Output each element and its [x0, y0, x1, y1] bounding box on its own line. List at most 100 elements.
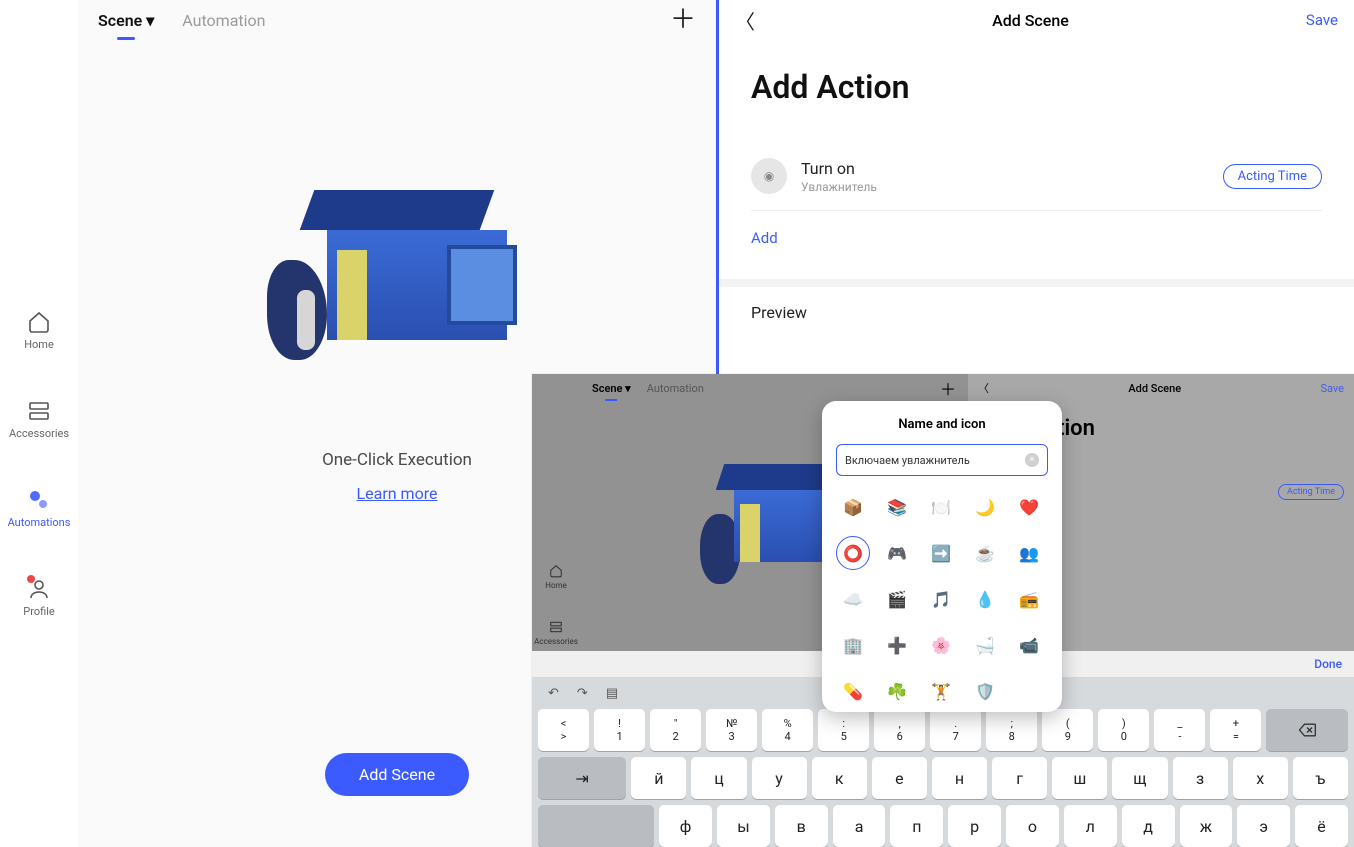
key[interactable]: !1 [594, 709, 645, 751]
backspace-key[interactable] [1266, 709, 1348, 751]
scene-icon-option[interactable]: 🎮 [880, 536, 914, 570]
key[interactable]: у [752, 757, 807, 799]
key[interactable]: к [812, 757, 867, 799]
scene-icon-option[interactable]: ➡️ [924, 536, 958, 570]
key[interactable]: += [1210, 709, 1261, 751]
scene-icon-option[interactable]: ☘️ [880, 674, 914, 708]
tab-key[interactable]: ⇥ [538, 757, 626, 799]
sidebar-home[interactable]: Home [24, 310, 54, 351]
key[interactable]: (9 [1042, 709, 1093, 751]
save-button[interactable]: Save [1306, 11, 1338, 29]
scene-icon-option[interactable]: 📹 [1012, 628, 1046, 662]
nested-add-button[interactable]: ＋ [940, 376, 956, 400]
scene-icon-option[interactable]: 🍽️ [924, 490, 958, 524]
key[interactable]: щ [1112, 757, 1167, 799]
key[interactable]: ш [1052, 757, 1107, 799]
home-icon [549, 564, 563, 578]
scene-icon-option[interactable]: ☕ [968, 536, 1002, 570]
key[interactable]: г [992, 757, 1047, 799]
action-row[interactable]: ◉ Turn on Увлажнитель Acting Time [751, 158, 1322, 211]
nested-sidebar-home[interactable]: Home [545, 564, 567, 590]
nested-back-button[interactable]: 〈 [978, 380, 989, 396]
learn-more-link[interactable]: Learn more [357, 484, 438, 503]
nested-sidebar-accessories[interactable]: Accessories [534, 620, 578, 646]
key[interactable]: №3 [706, 709, 757, 751]
key[interactable]: _- [1154, 709, 1205, 751]
nested-tab-automation[interactable]: Automation [647, 382, 704, 395]
tab-automation[interactable]: Automation [182, 11, 265, 30]
key[interactable]: д [1122, 805, 1175, 847]
key[interactable]: .7 [930, 709, 981, 751]
scene-icon-option[interactable]: 🛁 [968, 628, 1002, 662]
scene-icon-option[interactable]: ☁️ [836, 582, 870, 616]
tab-scene[interactable]: Scene ▾ [98, 11, 154, 30]
scene-icon-option[interactable]: 📦 [836, 490, 870, 524]
undo-button[interactable]: ↶ [548, 686, 559, 701]
scene-icon-option[interactable]: 🌸 [924, 628, 958, 662]
key[interactable]: х [1233, 757, 1288, 799]
redo-button[interactable]: ↷ [577, 686, 588, 701]
key[interactable]: <> [538, 709, 589, 751]
key[interactable]: э [1237, 805, 1290, 847]
key[interactable]: й [631, 757, 686, 799]
scene-icon-option[interactable]: 🏢 [836, 628, 870, 662]
key[interactable]: ,6 [874, 709, 925, 751]
clipboard-button[interactable]: ▤ [606, 686, 618, 701]
sidebar-accessories[interactable]: Accessories [9, 399, 69, 440]
key[interactable]: ъ [1293, 757, 1348, 799]
key[interactable]: п [890, 805, 943, 847]
key[interactable]: "2 [650, 709, 701, 751]
scene-icon-option[interactable]: ➕ [880, 628, 914, 662]
modal-title: Name and icon [836, 417, 1048, 432]
key[interactable]: )0 [1098, 709, 1149, 751]
key[interactable]: ё [1295, 805, 1348, 847]
panel-title: Add Scene [755, 11, 1306, 30]
clear-input-button[interactable]: × [1025, 453, 1039, 467]
key[interactable]: в [775, 805, 828, 847]
done-button[interactable]: Done [1314, 657, 1342, 671]
scene-icon-option[interactable]: ❤️ [1012, 490, 1046, 524]
sidebar-automations[interactable]: Automations [8, 488, 71, 529]
sidebar-profile[interactable]: Profile [23, 577, 54, 618]
nested-acting-time-button[interactable]: Acting Time [1278, 484, 1344, 500]
key[interactable]: е [872, 757, 927, 799]
scene-icon-option[interactable]: 🎬 [880, 582, 914, 616]
scene-icon-option[interactable]: 🎵 [924, 582, 958, 616]
key[interactable]: а [833, 805, 886, 847]
key[interactable]: :5 [818, 709, 869, 751]
key[interactable]: р [948, 805, 1001, 847]
key[interactable]: ф [659, 805, 712, 847]
key[interactable]: ;8 [986, 709, 1037, 751]
scene-icon-option[interactable]: 💊 [836, 674, 870, 708]
nested-tab-scene[interactable]: Scene ▾ [592, 382, 631, 395]
scene-icon-option[interactable]: 🏋️ [924, 674, 958, 708]
key[interactable]: %4 [762, 709, 813, 751]
add-action-link[interactable]: Add [751, 229, 1322, 247]
home-icon [27, 310, 51, 334]
key[interactable]: ж [1180, 805, 1233, 847]
scene-icon-option[interactable]: 📚 [880, 490, 914, 524]
key[interactable]: о [1006, 805, 1059, 847]
scene-icon-option[interactable]: 🌙 [968, 490, 1002, 524]
add-scene-button[interactable]: Add Scene [325, 753, 469, 796]
nested-save-button[interactable]: Save [1320, 382, 1344, 395]
scene-icon-option[interactable]: 👥 [1012, 536, 1046, 570]
scene-icon-option[interactable]: 📻 [1012, 582, 1046, 616]
back-button[interactable]: 〈 [735, 6, 755, 35]
nested-panel-title: Add Scene [989, 382, 1320, 395]
scene-icon-option[interactable]: 🛡️ [968, 674, 1002, 708]
key[interactable]: л [1064, 805, 1117, 847]
scene-name-input[interactable] [845, 454, 1025, 467]
key[interactable]: н [932, 757, 987, 799]
scene-icon-option[interactable]: 💧 [968, 582, 1002, 616]
caps-key[interactable] [538, 805, 654, 847]
add-action-heading: Add Action [751, 68, 1322, 106]
modal-input-wrap[interactable]: × [836, 444, 1048, 476]
key[interactable]: ц [691, 757, 746, 799]
action-name: Turn on [801, 159, 1223, 178]
add-button[interactable]: ＋ [670, 7, 696, 33]
key[interactable]: ы [717, 805, 770, 847]
key[interactable]: з [1173, 757, 1228, 799]
acting-time-button[interactable]: Acting Time [1223, 164, 1322, 189]
scene-icon-option[interactable]: ⭕ [836, 536, 870, 570]
